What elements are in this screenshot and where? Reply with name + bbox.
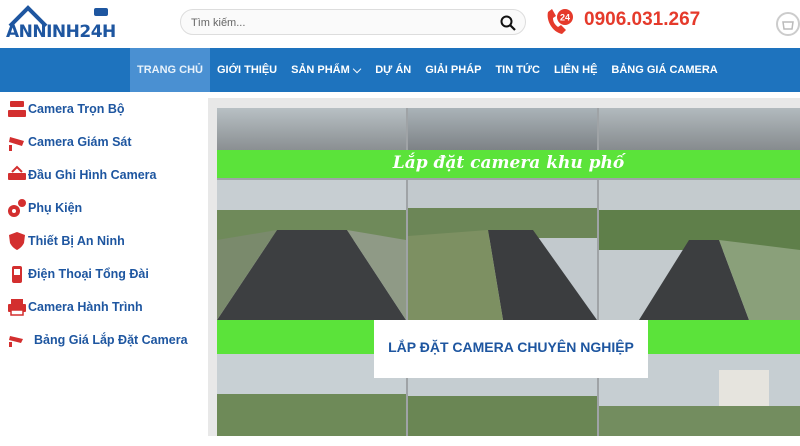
sidebar-item-label: Phụ Kiện <box>28 201 83 215</box>
sidebar-item-surveillance[interactable]: Camera Giám Sát <box>6 129 132 155</box>
phone-icon <box>12 266 22 283</box>
camera-set-icon <box>8 101 26 117</box>
nav-item-news[interactable]: TIN TỨC <box>488 48 547 92</box>
hotline-badge: 24 <box>560 13 570 23</box>
sidebar-item-camera-set[interactable]: Camera Trọn Bộ <box>6 96 125 122</box>
hotline-phone[interactable]: 0906.031.267 <box>584 9 700 31</box>
nav-item-about[interactable]: GIỚI THIỆU <box>210 48 284 92</box>
camera-feed-photo <box>217 108 406 150</box>
banner-title: Lắp đặt camera khu phố <box>392 153 625 173</box>
camera-feed-photo <box>599 180 800 320</box>
sidebar-item-label: Camera Giám Sát <box>28 135 132 149</box>
nav-item-contact[interactable]: LIÊN HỆ <box>547 48 604 92</box>
site-header: ANNINH24H 24 0906.031.267 <box>0 0 800 48</box>
gear-icon <box>8 199 26 217</box>
main-nav: TRANG CHỦ GIỚI THIỆU SẢN PHẨM ⌵ DỰ ÁN GI… <box>0 48 800 92</box>
recorder-icon <box>8 165 26 180</box>
sidebar-item-install-price[interactable]: Bảng Giá Lắp Đặt Camera <box>6 327 188 353</box>
sidebar-item-label: Điện Thoại Tổng Đài <box>28 267 149 281</box>
sidebar-item-security[interactable]: Thiết Bị An Ninh <box>6 228 125 254</box>
printer-icon <box>8 299 26 316</box>
banner-title-strip: Lắp đặt camera khu phố <box>217 150 800 178</box>
hero-banner[interactable]: Lắp đặt camera khu phố LẮP ĐẶT CAMERA CH… <box>217 108 800 436</box>
banner-caption-box: LẮP ĐẶT CAMERA CHUYÊN NGHIỆP <box>374 320 648 378</box>
sidebar-item-label: Camera Hành Trình <box>28 300 143 314</box>
shield-icon <box>9 232 25 250</box>
sidebar-item-recorder[interactable]: Đầu Ghi Hình Camera <box>6 162 157 188</box>
camera-feed-photo <box>408 180 597 320</box>
category-sidebar: Camera Trọn Bộ Camera Giám Sát Đầu Ghi H… <box>0 92 200 446</box>
banner-caption: LẮP ĐẶT CAMERA CHUYÊN NGHIỆP <box>388 339 634 355</box>
nav-item-home[interactable]: TRANG CHỦ <box>130 48 210 92</box>
camera-feed-photo <box>408 108 597 150</box>
logo-text: ANNINH24H <box>6 22 116 42</box>
sidebar-item-label: Thiết Bị An Ninh <box>28 234 125 248</box>
sidebar-item-label: Đầu Ghi Hình Camera <box>28 168 157 182</box>
sidebar-item-pbx-phone[interactable]: Điện Thoại Tổng Đài <box>6 261 149 287</box>
sidebar-item-accessories[interactable]: Phụ Kiện <box>6 195 82 221</box>
cctv-icon <box>9 336 23 347</box>
search-icon[interactable] <box>499 14 517 32</box>
nav-item-projects[interactable]: DỰ ÁN <box>368 48 418 92</box>
hotline-24-icon: 24 <box>547 9 573 34</box>
camera-feed-photo <box>599 108 800 150</box>
sidebar-item-dashcam[interactable]: Camera Hành Trình <box>6 294 143 320</box>
sidebar-item-label: Bảng Giá Lắp Đặt Camera <box>34 333 188 347</box>
search-box <box>180 9 526 35</box>
banner-container: Lắp đặt camera khu phố LẮP ĐẶT CAMERA CH… <box>208 98 800 436</box>
nav-item-price-list[interactable]: BẢNG GIÁ CAMERA <box>604 48 724 92</box>
cart-icon[interactable] <box>776 12 800 36</box>
site-logo[interactable]: ANNINH24H <box>6 4 116 44</box>
search-input[interactable] <box>191 14 491 32</box>
camera-feed-photo <box>217 180 406 320</box>
sidebar-item-label: Camera Trọn Bộ <box>28 102 125 116</box>
nav-item-products[interactable]: SẢN PHẨM ⌵ <box>284 48 368 92</box>
cctv-icon <box>9 137 24 151</box>
nav-item-solutions[interactable]: GIẢI PHÁP <box>418 48 488 92</box>
